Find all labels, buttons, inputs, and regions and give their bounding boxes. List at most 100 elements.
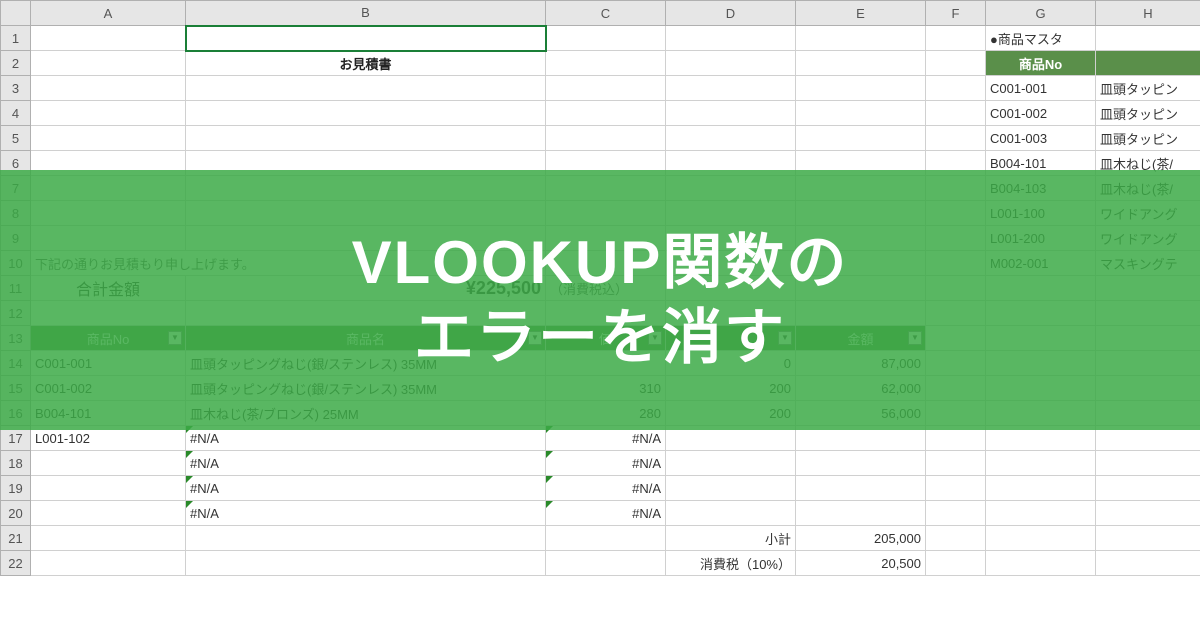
- cell[interactable]: [986, 476, 1096, 501]
- cell[interactable]: [546, 551, 666, 576]
- master-name[interactable]: 皿頭タッピン: [1096, 101, 1200, 126]
- cell[interactable]: [186, 126, 546, 151]
- cell[interactable]: [546, 101, 666, 126]
- col-header-C[interactable]: C: [546, 1, 666, 26]
- subtotal-value[interactable]: 205,000: [796, 526, 926, 551]
- row-header[interactable]: 20: [1, 501, 31, 526]
- cell[interactable]: [1096, 26, 1200, 51]
- master-no[interactable]: C001-002: [986, 101, 1096, 126]
- cell[interactable]: [546, 76, 666, 101]
- cell[interactable]: [31, 101, 186, 126]
- item-no[interactable]: [31, 476, 186, 501]
- cell[interactable]: [926, 476, 986, 501]
- cell[interactable]: [1096, 526, 1200, 551]
- cell[interactable]: [926, 101, 986, 126]
- master-no[interactable]: C001-001: [986, 76, 1096, 101]
- cell[interactable]: [796, 101, 926, 126]
- cell[interactable]: [1096, 501, 1200, 526]
- item-qty[interactable]: [666, 451, 796, 476]
- cell[interactable]: [31, 76, 186, 101]
- cell[interactable]: [31, 126, 186, 151]
- cell[interactable]: [796, 126, 926, 151]
- item-no[interactable]: [31, 501, 186, 526]
- tax-label[interactable]: 消費税（10%）: [666, 551, 796, 576]
- item-amount[interactable]: [796, 476, 926, 501]
- tax-value[interactable]: 20,500: [796, 551, 926, 576]
- cell[interactable]: [926, 451, 986, 476]
- cell[interactable]: [926, 51, 986, 76]
- item-price-error[interactable]: #N/A: [546, 476, 666, 501]
- col-header-B[interactable]: B: [186, 1, 546, 26]
- cell[interactable]: [546, 51, 666, 76]
- row-header[interactable]: 3: [1, 76, 31, 101]
- cell[interactable]: [986, 451, 1096, 476]
- cell[interactable]: [546, 526, 666, 551]
- subtotal-label[interactable]: 小計: [666, 526, 796, 551]
- cell[interactable]: [986, 551, 1096, 576]
- item-amount[interactable]: [796, 501, 926, 526]
- col-header-D[interactable]: D: [666, 1, 796, 26]
- item-amount[interactable]: [796, 451, 926, 476]
- cell[interactable]: [796, 26, 926, 51]
- cell[interactable]: [926, 76, 986, 101]
- cell[interactable]: [1096, 551, 1200, 576]
- cell[interactable]: [1096, 451, 1200, 476]
- row-4: 4 C001-002 皿頭タッピン: [1, 101, 1200, 126]
- cell[interactable]: [31, 526, 186, 551]
- cell[interactable]: [926, 526, 986, 551]
- row-header[interactable]: 2: [1, 51, 31, 76]
- item-price-error[interactable]: #N/A: [546, 451, 666, 476]
- col-header-A[interactable]: A: [31, 1, 186, 26]
- row-header[interactable]: 19: [1, 476, 31, 501]
- cell[interactable]: [31, 551, 186, 576]
- row-header[interactable]: 4: [1, 101, 31, 126]
- item-no[interactable]: [31, 451, 186, 476]
- row-header[interactable]: 1: [1, 26, 31, 51]
- master-header-name[interactable]: [1096, 51, 1200, 76]
- cell[interactable]: [926, 126, 986, 151]
- item-qty[interactable]: [666, 501, 796, 526]
- master-name[interactable]: 皿頭タッピン: [1096, 76, 1200, 101]
- cell[interactable]: [546, 126, 666, 151]
- row-header[interactable]: 18: [1, 451, 31, 476]
- cell[interactable]: [1096, 476, 1200, 501]
- col-header-G[interactable]: G: [986, 1, 1096, 26]
- cell[interactable]: [31, 51, 186, 76]
- cell[interactable]: [986, 526, 1096, 551]
- row-header[interactable]: 21: [1, 526, 31, 551]
- cell[interactable]: [666, 26, 796, 51]
- cell[interactable]: [926, 551, 986, 576]
- doc-title[interactable]: お見積書: [186, 51, 546, 76]
- col-header-F[interactable]: F: [926, 1, 986, 26]
- cell[interactable]: [926, 26, 986, 51]
- master-header-no[interactable]: 商品No: [986, 51, 1096, 76]
- master-title[interactable]: ●商品マスタ: [986, 26, 1096, 51]
- master-name[interactable]: 皿頭タッピン: [1096, 126, 1200, 151]
- cell[interactable]: [666, 76, 796, 101]
- item-price-error[interactable]: #N/A: [546, 501, 666, 526]
- item-qty[interactable]: [666, 476, 796, 501]
- cell[interactable]: [31, 26, 186, 51]
- row-header[interactable]: 22: [1, 551, 31, 576]
- cell[interactable]: [186, 551, 546, 576]
- item-name-error[interactable]: #N/A: [186, 451, 546, 476]
- cell[interactable]: [666, 51, 796, 76]
- cell[interactable]: [986, 501, 1096, 526]
- cell[interactable]: [926, 501, 986, 526]
- cell[interactable]: [546, 26, 666, 51]
- cell[interactable]: [186, 76, 546, 101]
- item-name-error[interactable]: #N/A: [186, 476, 546, 501]
- cell-B1-selected[interactable]: [186, 26, 546, 51]
- item-name-error[interactable]: #N/A: [186, 501, 546, 526]
- cell[interactable]: [796, 76, 926, 101]
- select-all-corner[interactable]: [1, 1, 31, 26]
- col-header-H[interactable]: H: [1096, 1, 1200, 26]
- row-header[interactable]: 5: [1, 126, 31, 151]
- cell[interactable]: [186, 526, 546, 551]
- cell[interactable]: [666, 101, 796, 126]
- cell[interactable]: [796, 51, 926, 76]
- cell[interactable]: [186, 101, 546, 126]
- master-no[interactable]: C001-003: [986, 126, 1096, 151]
- col-header-E[interactable]: E: [796, 1, 926, 26]
- cell[interactable]: [666, 126, 796, 151]
